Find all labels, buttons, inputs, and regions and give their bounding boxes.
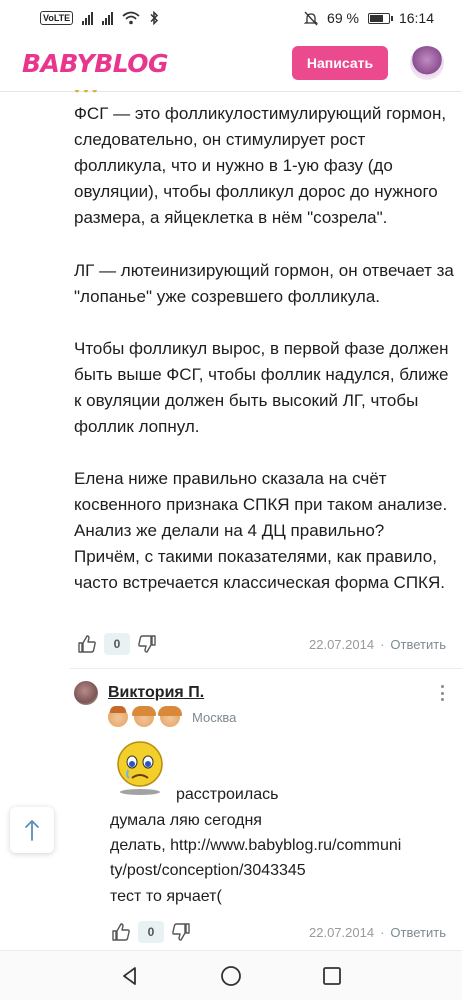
battery-percent: 69 %	[327, 10, 359, 26]
signal-icon	[102, 11, 114, 25]
author-city: Москва	[192, 709, 237, 725]
author-avatar[interactable]	[74, 681, 98, 705]
nav-back-icon[interactable]	[118, 964, 142, 988]
thumb-up-icon[interactable]	[110, 921, 132, 943]
comment-paragraph: ЛГ — лютеинизирующий гормон, он отвечает…	[74, 261, 454, 306]
battery-icon	[367, 12, 393, 24]
sad-smiley-icon	[117, 741, 163, 795]
reply-text-line: думала ляю сегодня	[110, 812, 262, 829]
reply-text-line: тест то ярчает(	[110, 888, 222, 905]
babyblog-logo[interactable]: BABYBLOG	[22, 49, 169, 78]
comment-actions: 0 22.07.2014 · Ответить	[76, 630, 446, 658]
clock: 16:14	[398, 10, 434, 26]
like-count: 0	[138, 921, 164, 943]
dot-separator: ·	[380, 924, 385, 940]
reply-author-row: Виктория П.	[74, 680, 450, 706]
reply-text-line[interactable]: ty/post/conception/3043345	[110, 858, 450, 883]
like-count: 0	[104, 633, 130, 655]
comment-date: 22.07.2014	[309, 924, 375, 940]
bluetooth-icon	[150, 11, 159, 25]
comment-divider	[70, 668, 462, 669]
comment-paragraph: ФСГ — это фолликулостимулирующий гормон,…	[74, 104, 447, 227]
status-bar-right: 69 % 16:14	[304, 10, 434, 26]
author-badges: Москва	[108, 706, 236, 728]
nav-home-icon[interactable]	[219, 964, 243, 988]
scroll-to-top-button[interactable]	[10, 807, 54, 853]
signal-icon	[82, 11, 94, 25]
header-divider	[0, 91, 462, 92]
comment-paragraph: Чтобы фолликул вырос, в первой фазе долж…	[74, 339, 449, 436]
author-name[interactable]: Виктория П.	[108, 684, 204, 702]
wifi-icon	[122, 11, 140, 25]
status-bar-left: VoLTE	[40, 11, 159, 25]
thumb-up-icon[interactable]	[76, 633, 98, 655]
reply-text-line: расстроилась	[176, 786, 279, 803]
child-girl-icon	[132, 706, 156, 727]
more-vert-icon[interactable]	[434, 683, 450, 703]
volte-icon: VoLTE	[40, 11, 74, 25]
comment-date: 22.07.2014	[309, 636, 375, 652]
child-boy-icon	[108, 706, 128, 727]
app-header: BABYBLOG Написать	[0, 36, 462, 90]
thumb-down-icon[interactable]	[136, 633, 158, 655]
reply-actions: 0 22.07.2014 · Ответить	[110, 918, 446, 946]
reply-text-line[interactable]: делать, http://www.babyblog.ru/communi	[110, 833, 450, 858]
mute-icon	[304, 11, 319, 25]
reply-link[interactable]: Ответить	[390, 925, 446, 940]
reply-link[interactable]: Ответить	[390, 637, 446, 652]
header-actions: Написать	[292, 46, 444, 80]
status-bar: VoLTE 69 % 16:14	[0, 0, 462, 36]
arrow-up-icon	[25, 820, 39, 841]
write-button[interactable]: Написать	[292, 46, 388, 80]
system-nav-bar	[0, 950, 462, 1000]
comment-paragraph: Елена ниже правильно сказала на счёт кос…	[74, 469, 448, 592]
nav-recents-icon[interactable]	[320, 964, 344, 988]
user-avatar[interactable]	[410, 46, 444, 80]
cropped-emoji-row: ● ● ●	[74, 90, 98, 96]
thumb-down-icon[interactable]	[170, 921, 192, 943]
dot-separator: ·	[380, 636, 385, 652]
child-girl-icon	[158, 706, 182, 727]
